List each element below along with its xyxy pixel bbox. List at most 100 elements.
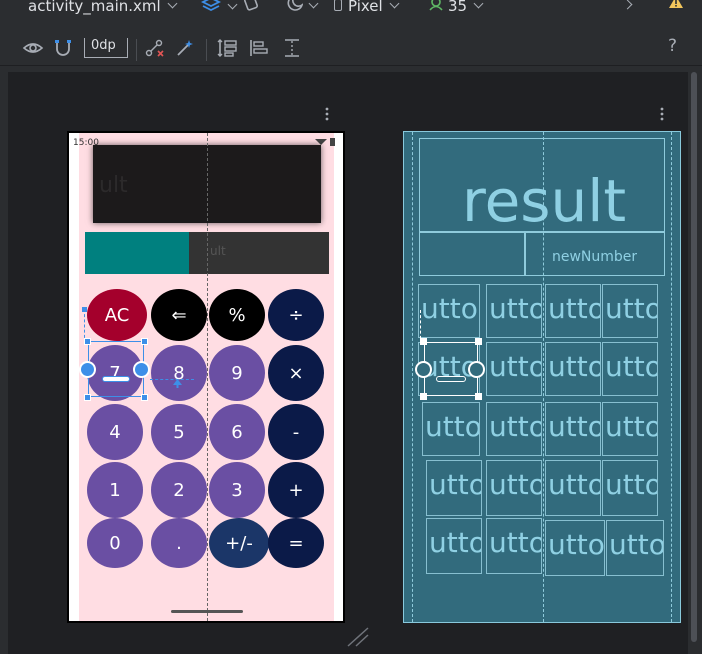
infer-constraints-button[interactable]: [174, 38, 196, 58]
blueprint-panel-menu-button[interactable]: [660, 106, 664, 122]
design-panel-menu-button[interactable]: [325, 106, 329, 122]
night-mode-button[interactable]: [285, 0, 319, 15]
align-left-icon: [250, 40, 268, 56]
vertical-scrollbar[interactable]: [690, 72, 698, 644]
more-vertical-icon: [660, 107, 664, 121]
calc-button-19[interactable]: +/-: [209, 518, 269, 568]
result-label: result: [462, 169, 627, 233]
default-margin-button[interactable]: 0dp: [84, 38, 128, 58]
blueprint-resize-handle[interactable]: [420, 338, 427, 345]
blueprint-cell-3[interactable]: utto: [545, 284, 601, 338]
orientation-button[interactable]: [242, 0, 262, 15]
resize-grip-icon[interactable]: [346, 626, 370, 648]
design-surface-toggle[interactable]: [200, 0, 238, 16]
toolbar-separator: [136, 39, 137, 61]
center-guideline: [207, 133, 208, 621]
blueprint-cell-4[interactable]: utto: [602, 284, 658, 338]
android-icon: [429, 0, 443, 11]
result-outline[interactable]: result: [419, 138, 665, 233]
calc-button-17[interactable]: 0: [87, 518, 143, 568]
blueprint-cell-6[interactable]: utto: [486, 342, 542, 396]
moon-icon: [287, 0, 304, 11]
calc-button-10[interactable]: 5: [151, 404, 207, 460]
baseline-handle[interactable]: [102, 376, 130, 382]
blueprint-cell-15[interactable]: utto: [545, 460, 601, 516]
calc-button-16[interactable]: +: [268, 462, 324, 518]
calc-button-3[interactable]: %: [209, 289, 265, 341]
result-placeholder: ult: [99, 173, 128, 198]
help-button[interactable]: ?: [668, 36, 677, 56]
view-options-button[interactable]: [22, 38, 44, 58]
new-number-label: newNumber: [552, 249, 638, 265]
blueprint-resize-handle[interactable]: [475, 393, 482, 400]
calc-button-18[interactable]: .: [151, 518, 207, 568]
calc-button-15[interactable]: 3: [209, 462, 265, 518]
calc-button-2[interactable]: ⇐: [151, 289, 207, 341]
blueprint-cell-19[interactable]: utto: [545, 520, 605, 576]
scrollbar-thumb[interactable]: [691, 72, 697, 642]
blueprint-cell-7[interactable]: utto: [545, 342, 601, 396]
chevron-down-icon: [308, 0, 319, 9]
api-level: 35: [448, 0, 468, 15]
constraint-anchor: [82, 307, 87, 312]
resize-handle-bottom-left[interactable]: [84, 394, 91, 401]
blueprint-handle-right[interactable]: [468, 361, 485, 378]
blueprint-cell-11[interactable]: utto: [545, 402, 601, 456]
constraint-handle-left[interactable]: [79, 361, 96, 378]
layout-editor: activity_main.xml Pixel 35 0dp ? 15:00 u…: [0, 0, 702, 654]
guidelines-button[interactable]: [282, 38, 304, 58]
calc-button-4[interactable]: ÷: [268, 289, 324, 341]
magnet-icon: [55, 40, 71, 56]
layers-icon: [200, 0, 222, 12]
operation-outline[interactable]: [419, 232, 525, 276]
align-button[interactable]: [248, 38, 270, 58]
arrow-up-icon: [173, 379, 182, 388]
blueprint-cell-8[interactable]: utto: [602, 342, 658, 396]
blueprint-cell-17[interactable]: utto: [426, 518, 482, 574]
blueprint-cell-13[interactable]: utto: [426, 460, 482, 516]
design-view-phone[interactable]: 15:00 ult ult AC ⇐% ÷ 7 8 9 × 4 5 6-1 2 3 +0. +/- =: [67, 131, 345, 623]
blueprint-cell-2[interactable]: utto: [486, 284, 542, 338]
resize-handle-top-left[interactable]: [84, 338, 91, 345]
calc-button-13[interactable]: 1: [87, 462, 143, 518]
file-selector[interactable]: activity_main.xml: [28, 0, 178, 15]
api-level-selector[interactable]: 35: [428, 0, 484, 15]
resize-handle-top-right[interactable]: [141, 338, 148, 345]
blueprint-resize-handle[interactable]: [420, 393, 427, 400]
blueprint-cell-9[interactable]: utto: [422, 402, 480, 456]
blueprint-baseline-handle[interactable]: [436, 376, 466, 382]
calc-button-7[interactable]: 9: [209, 345, 265, 401]
blueprint-cell-10[interactable]: utto: [486, 402, 542, 456]
more-toolbar-button[interactable]: [622, 0, 633, 12]
blueprint-cell-18[interactable]: utto: [486, 518, 542, 574]
blueprint-handle-left[interactable]: [415, 361, 432, 378]
blueprint-resize-handle[interactable]: [475, 338, 482, 345]
file-name: activity_main.xml: [28, 0, 161, 15]
autoconnect-button[interactable]: [52, 38, 74, 58]
calc-button-14[interactable]: 2: [151, 462, 207, 518]
calc-button-11[interactable]: 6: [209, 404, 265, 460]
clear-constraints-icon: [145, 39, 164, 57]
calc-button-20[interactable]: =: [268, 518, 324, 568]
blueprint-cell-1[interactable]: utto: [418, 284, 480, 338]
blueprint-view-phone[interactable]: result newNumber utto utto utto utto utto utt…: [403, 131, 681, 623]
calc-button-9[interactable]: 4: [87, 404, 143, 460]
more-vertical-icon: [325, 107, 329, 121]
blueprint-cell-12[interactable]: utto: [602, 402, 658, 456]
constraint-handle-right[interactable]: [133, 361, 150, 378]
clear-constraints-button[interactable]: [144, 38, 166, 58]
blueprint-cell-14[interactable]: utto: [486, 460, 542, 516]
calc-button-8[interactable]: ×: [268, 345, 324, 401]
calc-button-1[interactable]: AC: [87, 289, 147, 341]
warning-indicator[interactable]: [668, 0, 684, 13]
new-number-outline[interactable]: newNumber: [525, 232, 665, 276]
pack-button[interactable]: [216, 38, 238, 58]
device-selector[interactable]: Pixel: [334, 0, 400, 15]
operation-view: [85, 232, 189, 274]
calc-button-12[interactable]: -: [268, 404, 324, 460]
rotate-device-icon: [244, 0, 258, 11]
resize-handle-bottom-right[interactable]: [141, 394, 148, 401]
left-guideline: [412, 132, 413, 622]
blueprint-cell-16[interactable]: utto: [602, 460, 658, 516]
blueprint-cell-20[interactable]: utto: [606, 520, 664, 576]
